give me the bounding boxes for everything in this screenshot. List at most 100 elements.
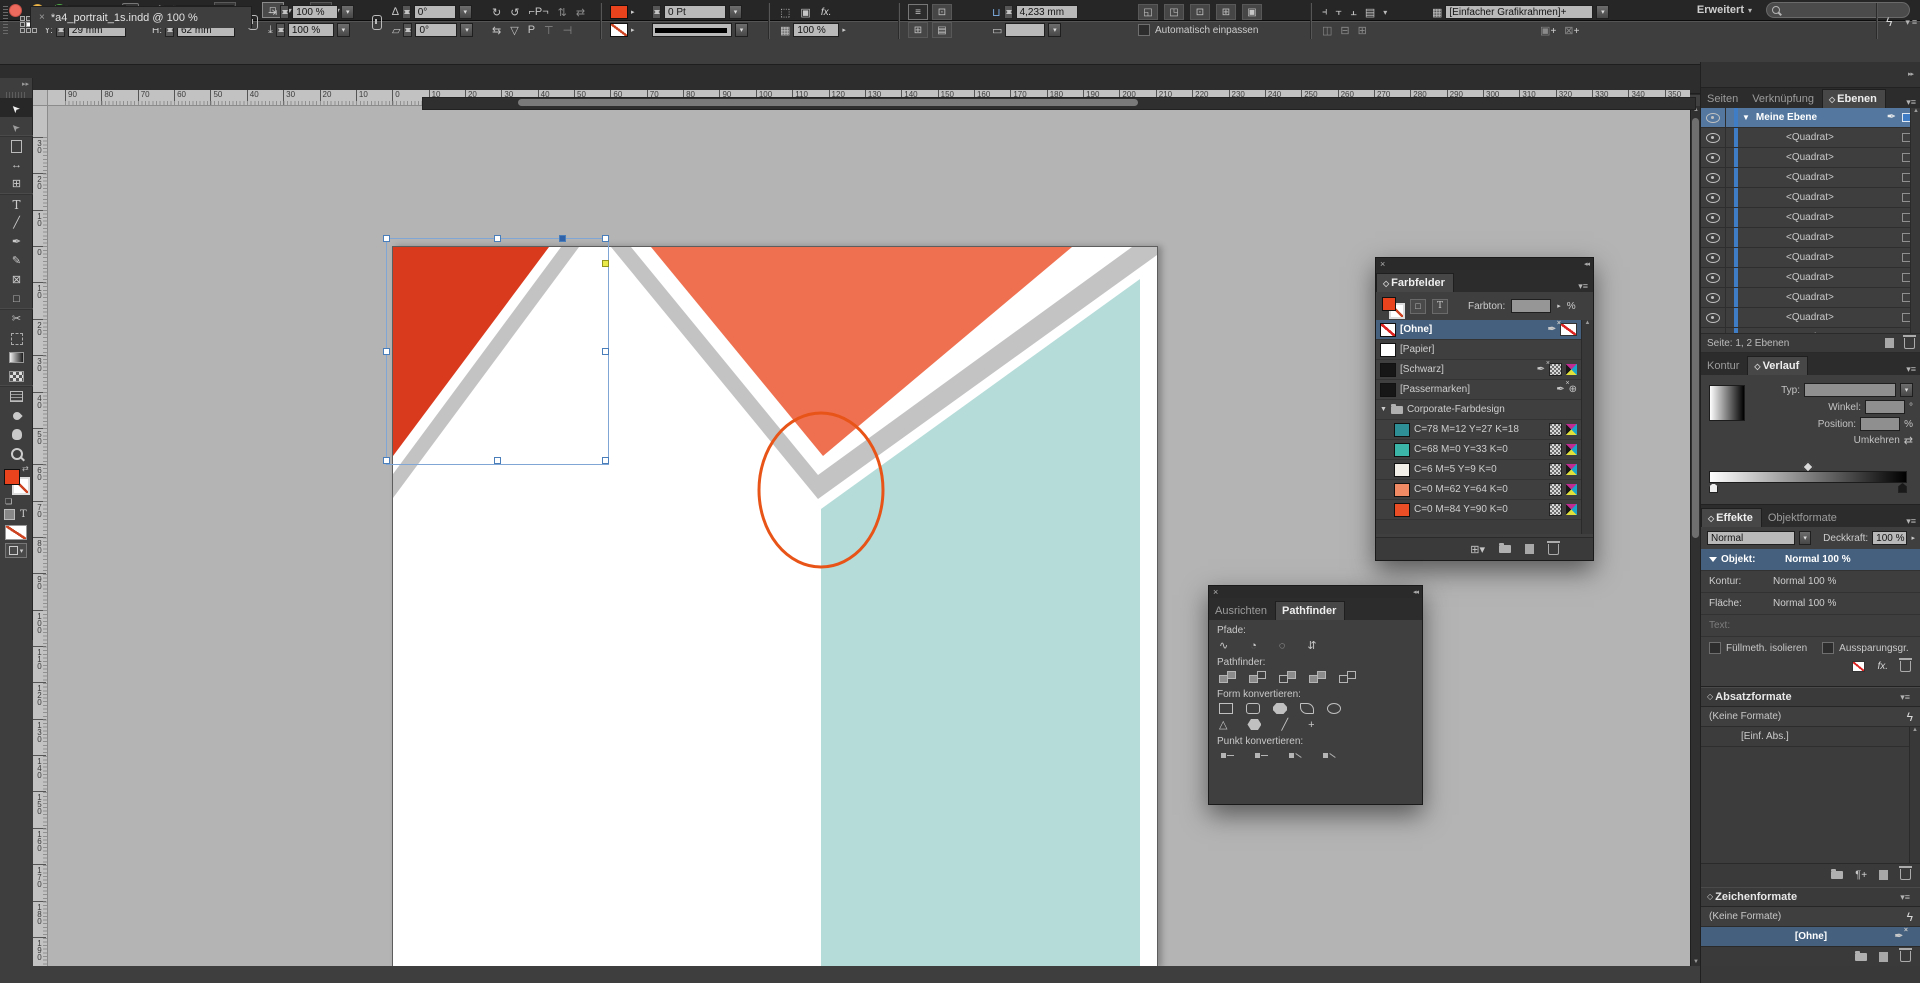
convert-triangle-icon[interactable]: △ <box>1219 718 1227 731</box>
delete-swatch-icon[interactable] <box>1548 544 1559 555</box>
fill-frame-proportionally-icon[interactable]: ▣ <box>1242 4 1262 20</box>
tab-objektformate[interactable]: Objektformate <box>1762 509 1845 527</box>
formatting-affects-text-icon[interactable]: T <box>20 509 27 520</box>
handle-top-left[interactable] <box>383 235 390 242</box>
apply-none-button[interactable] <box>5 525 27 540</box>
gap-tool[interactable]: ↔ <box>0 156 33 175</box>
handle-top-right[interactable] <box>602 235 609 242</box>
verlauf-panel-menu[interactable]: ▾≡ <box>1901 364 1920 375</box>
swatch-view-icon[interactable]: ⊞▾ <box>1470 543 1485 556</box>
vertical-ruler[interactable]: 3020100102030405060708090100110120130140… <box>33 106 48 966</box>
tint-field[interactable] <box>1511 299 1551 313</box>
new-layer-icon[interactable] <box>1885 338 1894 348</box>
[Schwarz][interactable]: ▼ [Schwarz] ⊕ <box>1376 360 1581 380</box>
scroll-down-icon[interactable]: ▼ <box>1692 959 1700 965</box>
corner-shape-field[interactable] <box>1005 23 1045 37</box>
C=78 M=12 Y=27 K=18[interactable]: ▼ C=78 M=12 Y=27 K=18 ⊕ <box>1376 420 1581 440</box>
distribute-center-icon[interactable]: ⊟ <box>1340 24 1349 37</box>
scale-x-dropdown[interactable]: ▾ <box>341 5 354 19</box>
open-path-icon[interactable]: ◔ <box>1250 640 1257 652</box>
absatzformate-menu[interactable]: ▾≡ <box>1895 692 1915 703</box>
stroke-weight-field[interactable]: 0 Pt <box>664 5 726 19</box>
scale-x-field[interactable]: 100 % <box>292 5 338 19</box>
gradient-tool[interactable] <box>0 348 33 367</box>
textwrap-none-icon[interactable]: ≡ <box>908 4 928 20</box>
folder-expander-icon[interactable]: ▼ <box>1380 406 1387 413</box>
align-right-icon[interactable]: ⫠ <box>1350 6 1357 19</box>
clear-effects-icon[interactable] <box>1852 661 1865 672</box>
rotation-field[interactable]: 0° <box>414 5 456 19</box>
handle-middle-left[interactable] <box>383 348 390 355</box>
paragraph-style-row[interactable]: [Einf. Abs.] <box>1701 727 1920 747</box>
flip-vertical-icon[interactable]: ▽ <box>510 24 518 37</box>
convert-line-icon[interactable]: ╱ <box>1281 718 1288 731</box>
tab-kontur[interactable]: Kontur <box>1701 357 1747 375</box>
rotation-dropdown[interactable]: ▾ <box>459 5 472 19</box>
note-tool[interactable] <box>0 386 33 406</box>
rotate-90-icon[interactable]: ⌐P¬ <box>528 6 548 18</box>
fx-effects-button[interactable]: fx. <box>821 7 832 18</box>
convert-rectangle-icon[interactable] <box>1219 703 1233 714</box>
layer-visibility-toggle[interactable] <box>1701 108 1726 127</box>
C=0 M=84 Y=90 K=0[interactable]: ▼ C=0 M=84 Y=90 K=0 ⊕ <box>1376 500 1581 520</box>
fit-content-to-frame-icon[interactable]: ⊞ <box>1216 4 1236 20</box>
object-visibility-toggle[interactable] <box>1701 288 1726 307</box>
horizontal-scrollbar[interactable] <box>422 97 1696 110</box>
object-visibility-toggle[interactable] <box>1701 268 1726 287</box>
delete-style-icon[interactable] <box>1900 951 1911 962</box>
clear-overrides-icon[interactable]: ▣+ <box>1540 24 1556 37</box>
new-color-group-icon[interactable] <box>1499 545 1511 553</box>
workspace-switcher[interactable]: Erweitert▾ <box>1697 4 1752 16</box>
new-style-icon[interactable] <box>1879 952 1888 962</box>
rotate-cw-icon[interactable]: ↻ <box>492 6 501 19</box>
close-document-icon[interactable]: × <box>39 12 45 23</box>
knockout-group-checkbox[interactable] <box>1822 642 1834 654</box>
layer-object-row[interactable]: <Quadrat> <box>1701 248 1920 268</box>
object-visibility-toggle[interactable] <box>1701 308 1726 327</box>
new-swatch-icon[interactable] <box>1525 544 1534 554</box>
scale-x-stepper[interactable] <box>280 5 289 19</box>
close-panel-icon[interactable]: × <box>1380 259 1385 269</box>
zeichenformate-menu[interactable]: ▾≡ <box>1895 892 1915 903</box>
quick-apply-icon[interactable]: ϟ <box>1907 711 1913 723</box>
object-style-field[interactable]: [Einfacher Grafikrahmen]+ <box>1445 5 1593 19</box>
plain-point-icon[interactable] <box>1219 750 1235 762</box>
[Ohne][interactable]: ▼ [Ohne] ⊕ <box>1376 320 1581 340</box>
horizontal-scroll-thumb[interactable] <box>518 99 1138 106</box>
handle-bottom-center[interactable] <box>494 457 501 464</box>
layer-object-row[interactable]: <Quadrat> <box>1701 188 1920 208</box>
swatches-scrollbar[interactable]: ▲ <box>1581 320 1593 534</box>
align-left-icon[interactable]: ⫞ <box>1322 6 1328 19</box>
tab-ebenen[interactable]: ◇Ebenen <box>1822 89 1886 108</box>
symmetrical-point-icon[interactable] <box>1321 750 1337 762</box>
handle-top-center[interactable] <box>494 235 501 242</box>
tab-farbfelder[interactable]: ◇Farbfelder <box>1376 273 1454 292</box>
corner-radius-field[interactable]: 4,233 mm <box>1016 5 1078 19</box>
scale-y-field[interactable]: 100 % <box>288 23 334 37</box>
effects-target-row[interactable]: Objekt: Normal 100 % <box>1701 549 1920 571</box>
object-visibility-toggle[interactable] <box>1701 248 1726 267</box>
object-visibility-toggle[interactable] <box>1701 228 1726 247</box>
layer-object-row[interactable]: <Quadrat> <box>1701 308 1920 328</box>
blend-mode-field[interactable]: Normal <box>1707 531 1795 545</box>
fit-frame-to-content-icon[interactable]: ◳ <box>1164 4 1184 20</box>
fx-icon[interactable]: fx. <box>1877 661 1888 672</box>
fill-color-arrow[interactable]: ▸ <box>631 8 635 16</box>
close-panel-icon[interactable]: × <box>1213 587 1218 597</box>
delete-style-icon[interactable] <box>1900 869 1911 880</box>
gradient-feather-tool[interactable] <box>0 367 33 386</box>
shear-field[interactable]: 0° <box>415 23 457 37</box>
type-tool[interactable]: T <box>0 194 33 214</box>
opacity-value-field[interactable]: 100 % <box>1872 531 1907 545</box>
tools-collapse-icon[interactable]: ▸▸ <box>0 78 32 92</box>
opacity-arrow[interactable]: ▸ <box>842 26 846 34</box>
constrain-scale-link-icon[interactable] <box>372 14 382 30</box>
reverse-path-icon[interactable]: ⇵ <box>1307 639 1316 652</box>
stroke-style-dropdown[interactable]: ▾ <box>735 23 748 37</box>
effects-target-row[interactable]: Fläche: Normal 100 % <box>1701 593 1920 615</box>
object-visibility-toggle[interactable] <box>1701 208 1726 227</box>
quick-apply-icon[interactable]: ϟ <box>1907 911 1913 923</box>
fit-content-proportionally-icon[interactable]: ◱ <box>1138 4 1158 20</box>
textwrap-shape-icon[interactable]: ⊞ <box>908 22 928 38</box>
autofit-checkbox[interactable] <box>1138 24 1150 36</box>
